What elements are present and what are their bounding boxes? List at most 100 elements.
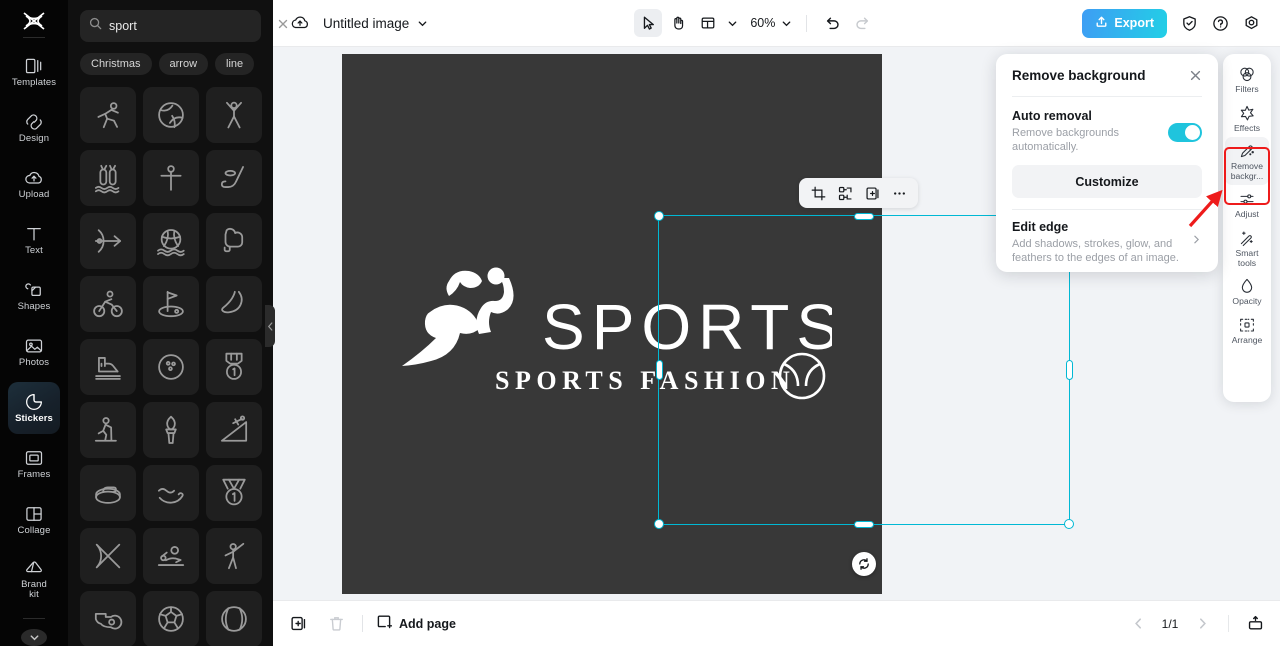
tool-filters[interactable]: Filters [1225,60,1269,99]
tool-arrange[interactable]: Arrange [1225,311,1269,350]
design-icon [24,112,44,132]
search-box[interactable] [80,10,288,42]
sidebar-item-collage[interactable]: Collage [8,494,60,546]
document-title[interactable]: Untitled image [323,16,409,31]
sidebar-item-frames[interactable]: Frames [8,438,60,490]
resize-handle-top[interactable] [854,212,874,220]
cheering-figure-sticker[interactable] [206,528,262,584]
customize-button[interactable]: Customize [1012,165,1202,198]
sidebar-item-upload[interactable]: Upload [8,158,60,210]
layout-chevron-down-icon[interactable] [724,9,740,37]
search-input[interactable] [109,19,270,33]
sidebar-item-label: Frames [17,469,51,480]
select-tool-button[interactable] [634,9,663,37]
resize-handle-top-left[interactable] [654,211,664,221]
rotate-handle[interactable] [852,552,876,576]
next-page-button[interactable] [1189,611,1215,637]
collapse-panel-button[interactable] [265,305,275,347]
ski-jump-ramp-sticker[interactable] [206,402,262,458]
search-clear-icon[interactable] [277,17,289,35]
auto-removal-toggle[interactable] [1168,123,1202,142]
crop-button[interactable] [806,181,830,205]
cloud-saved-icon[interactable] [290,14,310,32]
water-polo-sticker[interactable] [143,213,199,269]
skiing-figure-sticker[interactable] [80,402,136,458]
soccer-ball-sticker[interactable] [143,591,199,646]
cutout-button[interactable] [833,181,857,205]
olympic-torch-sticker[interactable] [143,402,199,458]
sidebar-item-label: Design [18,133,50,144]
sidebar-item-label: Stickers [15,413,53,424]
sidebar-item-brand-kit[interactable]: Brand kit [8,550,60,608]
redo-button[interactable] [848,9,876,37]
sidebar-item-text[interactable]: Text [8,214,60,266]
basketball-sticker[interactable] [143,87,199,143]
running-figure-sticker[interactable] [80,87,136,143]
document-title-chevron-down-icon[interactable] [417,18,428,29]
export-button[interactable]: Export [1082,8,1167,38]
more-options-button[interactable] [887,181,911,205]
zoom-chevron-down-icon[interactable] [777,9,795,37]
resize-handle-bottom-right[interactable] [1064,519,1074,529]
duplicate-button[interactable] [860,181,884,205]
baseball-sticker[interactable] [206,591,262,646]
tool-label: Arrange [1231,334,1263,345]
capcut-logo-icon[interactable] [14,8,54,33]
jumping-jack-sticker[interactable] [206,87,262,143]
search-chip-christmas[interactable]: Christmas [80,53,152,75]
bowling-ball-sticker[interactable] [143,339,199,395]
sidebar-item-photos[interactable]: Photos [8,326,60,378]
boxing-glove-sticker[interactable] [206,213,262,269]
undo-button[interactable] [818,9,846,37]
page-nav-divider [1228,615,1229,632]
sidebar-item-templates[interactable]: Templates [8,46,60,98]
foot-kick-sticker[interactable] [206,276,262,332]
whistle-sticker[interactable] [80,591,136,646]
settings-gear-icon[interactable] [1238,9,1266,37]
curling-stone-sticker[interactable] [80,465,136,521]
close-icon[interactable] [1189,69,1202,82]
archery-bow-arrow-sticker[interactable] [80,213,136,269]
image-context-toolbar [799,178,918,208]
resize-handle-bottom-left[interactable] [654,519,664,529]
medal-first-place-sticker[interactable] [206,339,262,395]
sidebar-item-design[interactable]: Design [8,102,60,154]
crossed-bow-sticker[interactable] [80,528,136,584]
help-circle-icon[interactable] [1207,9,1235,37]
edit-edge-row[interactable]: Edit edge Add shadows, strokes, glow, an… [1012,210,1202,265]
tool-opacity[interactable]: Opacity [1225,272,1269,311]
ice-hockey-stick-sticker[interactable] [206,150,262,206]
previous-page-button[interactable] [1125,611,1151,637]
search-chip-line[interactable]: line [215,53,255,75]
resize-handle-left[interactable] [655,360,663,380]
arrange-icon [1238,316,1256,334]
cycling-sticker[interactable] [80,276,136,332]
resize-handle-right[interactable] [1065,360,1073,380]
swim-diving-sticker[interactable] [80,150,136,206]
sidebar-item-label: Shapes [17,301,51,312]
tool-effects[interactable]: Effects [1225,99,1269,138]
nav-expand-more-button[interactable] [21,628,47,646]
layout-tool-button[interactable] [694,9,722,37]
resize-handle-bottom[interactable] [854,520,874,528]
golf-flag-hole-sticker[interactable] [143,276,199,332]
ice-skate-sticker[interactable] [80,339,136,395]
tool-smart-tools[interactable]: Smart tools [1225,224,1269,272]
stickers-panel: Christmas arrow line [68,0,288,646]
tool-adjust[interactable]: Adjust [1225,185,1269,224]
sidebar-item-shapes[interactable]: Shapes [8,270,60,322]
search-chip-arrow[interactable]: arrow [158,53,209,75]
add-page-button[interactable]: Add page [376,614,456,633]
table-tennis-sticker[interactable] [143,528,199,584]
tool-remove-backgr[interactable]: Remove backgr... [1225,137,1269,186]
hand-tool-button[interactable] [664,9,692,37]
present-button[interactable] [1242,611,1268,637]
swim-wave-hand-sticker[interactable] [143,465,199,521]
ribbon-medal-sticker[interactable] [206,465,262,521]
shield-check-icon[interactable] [1176,9,1204,37]
sidebar-item-stickers[interactable]: Stickers [8,382,60,434]
delete-page-button[interactable] [323,611,349,637]
duplicate-page-button[interactable] [285,611,311,637]
zoom-level-value[interactable]: 60% [750,16,775,30]
gymnast-sticker[interactable] [143,150,199,206]
